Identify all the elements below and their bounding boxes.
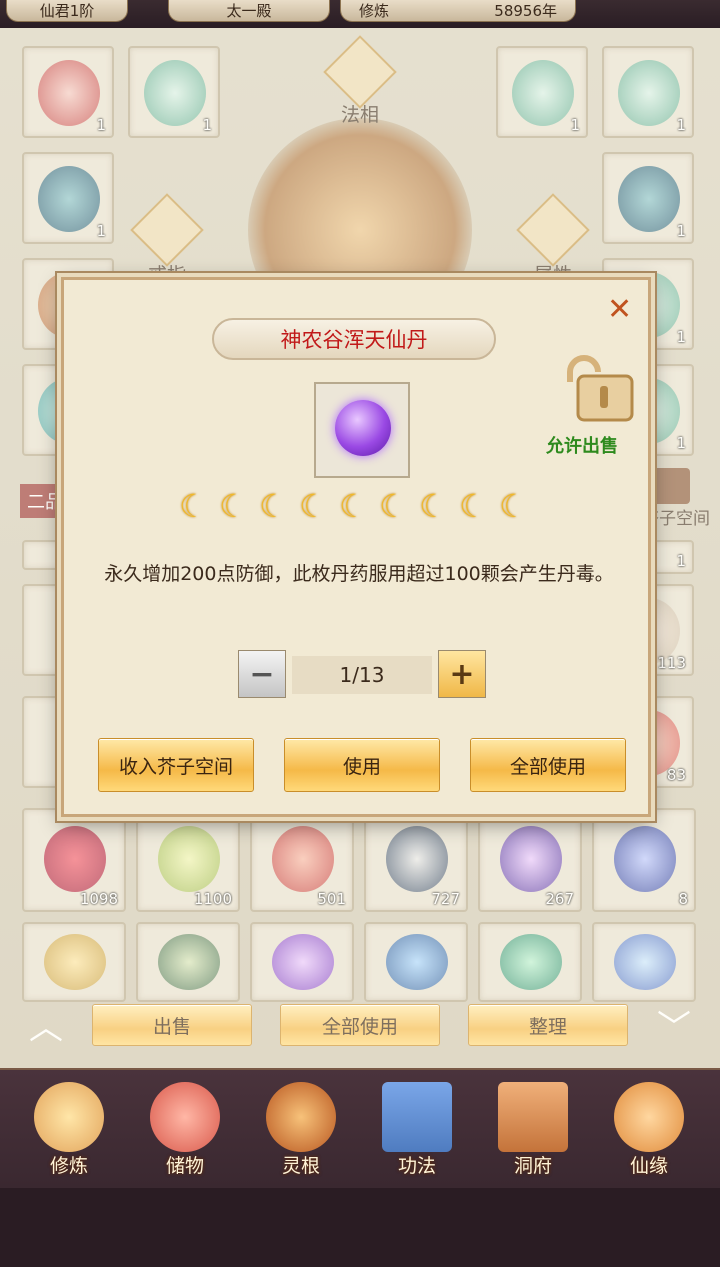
item-icon-frame <box>314 382 410 478</box>
location-label: 太一殿 <box>168 0 330 22</box>
nav-label: 洞府 <box>513 1155 552 1177</box>
moon-icon: ☾ <box>459 487 488 525</box>
nav-spirit-root[interactable]: 灵根 <box>246 1078 356 1188</box>
nav-technique[interactable]: 功法 <box>362 1078 472 1188</box>
item-detail-dialog: 神农谷浑天仙丹 ✕ 允许出售 ☾ ☾ ☾ ☾ ☾ ☾ ☾ ☾ ☾ 永久增加200点防御，此枚丹药… <box>61 277 651 817</box>
use-all-modal-button[interactable]: 全部使用 <box>470 738 626 792</box>
nav-label: 功法 <box>397 1155 436 1177</box>
cave-mansion-icon <box>498 1082 568 1152</box>
moon-icon: ☾ <box>259 487 288 525</box>
item-description: 永久增加200点防御，此枚丹药服用超过100颗会产生丹毒。 <box>104 563 614 585</box>
quantity-field[interactable]: 1/13 <box>292 656 432 694</box>
moon-icon: ☾ <box>299 487 328 525</box>
nav-fate[interactable]: 仙缘 <box>594 1078 704 1188</box>
bottom-nav: 修炼 储物 灵根 功法 洞府 仙缘 <box>0 1068 720 1188</box>
moon-icon: ☾ <box>219 487 248 525</box>
close-icon[interactable]: ✕ <box>607 292 632 327</box>
nav-label: 仙缘 <box>629 1155 668 1177</box>
spirit-root-icon <box>266 1082 336 1152</box>
moon-icon: ☾ <box>419 487 448 525</box>
cultivate-years-value: 58956年 <box>494 2 557 20</box>
unlock-icon[interactable] <box>560 354 636 424</box>
pill-orb-icon <box>335 400 391 456</box>
moon-icon: ☾ <box>179 487 208 525</box>
nav-cultivate[interactable]: 修炼 <box>14 1078 124 1188</box>
cultivate-icon <box>34 1082 104 1152</box>
allow-sale-label[interactable]: 允许出售 <box>546 432 618 458</box>
store-to-mustard-space-button[interactable]: 收入芥子空间 <box>98 738 254 792</box>
moon-icon: ☾ <box>379 487 408 525</box>
storage-bag-icon <box>150 1082 220 1152</box>
nav-storage[interactable]: 储物 <box>130 1078 240 1188</box>
bottom-bar <box>0 1188 720 1267</box>
rank-badge: 仙君1阶 <box>6 0 128 22</box>
use-button[interactable]: 使用 <box>284 738 440 792</box>
cultivation-years: 修炼 58956年 <box>340 0 576 22</box>
decrease-quantity-button[interactable]: − <box>238 650 286 698</box>
fate-gourd-icon <box>614 1082 684 1152</box>
moon-icon: ☾ <box>499 487 528 525</box>
nav-label: 储物 <box>165 1155 204 1177</box>
item-title: 神农谷浑天仙丹 <box>212 318 496 360</box>
increase-quantity-button[interactable]: + <box>438 650 486 698</box>
cultivate-label: 修炼 <box>359 2 390 20</box>
nav-cave[interactable]: 洞府 <box>478 1078 588 1188</box>
top-status-bar: 仙君1阶 太一殿 修炼 58956年 <box>0 0 720 28</box>
nav-label: 修炼 <box>49 1155 88 1177</box>
moon-icon: ☾ <box>339 487 368 525</box>
technique-book-icon <box>382 1082 452 1152</box>
nav-label: 灵根 <box>281 1155 320 1177</box>
